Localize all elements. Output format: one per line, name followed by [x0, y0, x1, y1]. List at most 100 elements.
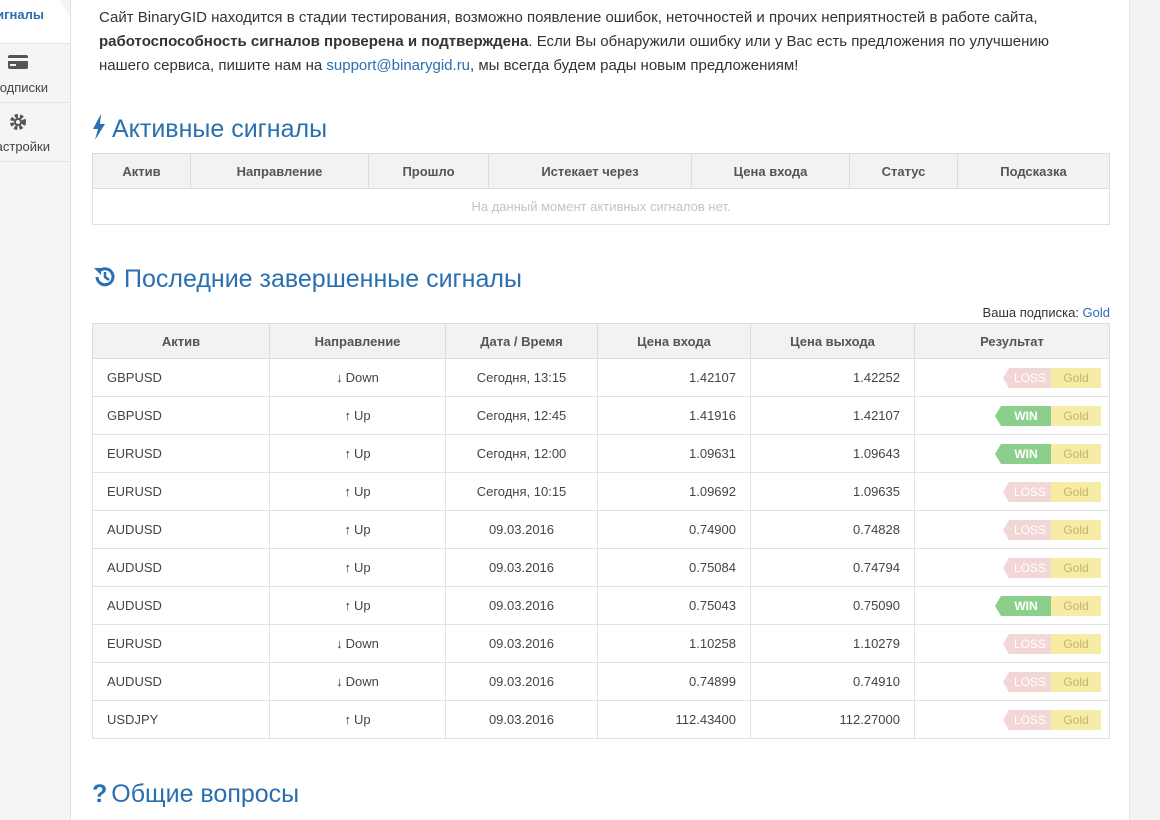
result-badge: WIN [995, 595, 1051, 616]
table-row: EURUSD ↓ Down 09.03.2016 1.10258 1.10279 LOSS G… [92, 624, 1110, 663]
sidebar: Сигналы Подписки Настройки [0, 0, 71, 820]
tier-badge: Gold [1051, 671, 1101, 692]
direction-label: Up [353, 484, 371, 499]
column-header[interactable]: Результат [914, 323, 1110, 359]
column-header[interactable]: Подсказка [957, 153, 1110, 189]
notice-text: Сайт BinaryGID находится в стадии тестир… [99, 9, 1038, 26]
asset-cell: USDJPY [92, 700, 270, 739]
column-header[interactable]: Цена входа [597, 323, 751, 359]
arrow-up-icon: ↑ [344, 408, 351, 423]
sidebar-item-label: Настройки [0, 139, 50, 154]
direction-cell: ↓ Down [269, 624, 446, 663]
direction-cell: ↑ Up [269, 700, 446, 739]
sidebar-item-label: Сигналы [0, 7, 44, 22]
section-title-text: Последние завершенные сигналы [124, 265, 522, 293]
arrow-up-icon: ↑ [344, 712, 351, 727]
empty-message: На данный момент активных сигналов нет. [92, 188, 1110, 225]
result-cell: LOSS Gold [914, 472, 1110, 511]
arrow-up-icon: ↑ [344, 522, 351, 537]
tier-badge: Gold [1051, 367, 1101, 388]
completed-signals-table: Актив Направление Дата / Время Цена вход… [92, 323, 1110, 739]
arrow-up-icon: ↑ [344, 446, 351, 461]
asset-cell: GBPUSD [92, 396, 270, 435]
datetime-cell: Сегодня, 12:45 [445, 396, 598, 435]
arrow-up-icon: ↑ [344, 484, 351, 499]
direction-cell: ↑ Up [269, 434, 446, 473]
asset-cell: AUDUSD [92, 586, 270, 625]
datetime-cell: Сегодня, 12:00 [445, 434, 598, 473]
result-badge: LOSS [1003, 633, 1051, 654]
credit-card-icon [0, 53, 36, 74]
asset-cell: GBPUSD [92, 358, 270, 397]
datetime-cell: Сегодня, 13:15 [445, 358, 598, 397]
chart-line-icon [0, 0, 36, 5]
column-header[interactable]: Актив [92, 323, 270, 359]
exit-price-cell: 1.10279 [750, 624, 915, 663]
result-badge: LOSS [1003, 481, 1051, 502]
direction-cell: ↑ Up [269, 586, 446, 625]
result-cell: WIN Gold [914, 396, 1110, 435]
active-signals-table: Актив Направление Прошло Истекает через … [92, 153, 1110, 225]
result-badge: LOSS [1003, 367, 1051, 388]
entry-price-cell: 0.74900 [597, 510, 751, 549]
exit-price-cell: 1.09635 [750, 472, 915, 511]
table-row: AUDUSD ↑ Up 09.03.2016 0.75084 0.74794 LOSS Gol… [92, 548, 1110, 587]
right-gutter [1129, 0, 1160, 820]
faq-title: ? Общие вопросы [92, 780, 299, 809]
direction-label: Up [353, 560, 371, 575]
exit-price-cell: 1.09643 [750, 434, 915, 473]
table-row: GBPUSD ↑ Up Сегодня, 12:45 1.41916 1.42107 WIN… [92, 396, 1110, 435]
entry-price-cell: 1.41916 [597, 396, 751, 435]
entry-price-cell: 0.74899 [597, 662, 751, 701]
exit-price-cell: 0.74794 [750, 548, 915, 587]
entry-price-cell: 1.42107 [597, 358, 751, 397]
result-cell: LOSS Gold [914, 510, 1110, 549]
arrow-down-icon: ↓ [336, 674, 343, 689]
column-header[interactable]: Прошло [368, 153, 489, 189]
subscription-label: Ваша подписка: [982, 305, 1079, 320]
column-header[interactable]: Актив [92, 153, 191, 189]
result-cell: LOSS Gold [914, 662, 1110, 701]
column-header[interactable]: Статус [849, 153, 958, 189]
empty-row: На данный момент активных сигналов нет. [92, 188, 1110, 225]
datetime-cell: 09.03.2016 [445, 624, 598, 663]
tier-badge: Gold [1051, 633, 1101, 654]
active-indicator [60, 0, 70, 16]
table-row: AUDUSD ↓ Down 09.03.2016 0.74899 0.74910 LOSS G… [92, 662, 1110, 701]
datetime-cell: 09.03.2016 [445, 662, 598, 701]
asset-cell: AUDUSD [92, 662, 270, 701]
column-header[interactable]: Цена выхода [750, 323, 915, 359]
datetime-cell: Сегодня, 10:15 [445, 472, 598, 511]
column-header[interactable]: Направление [190, 153, 369, 189]
exit-price-cell: 112.27000 [750, 700, 915, 739]
tier-badge: Gold [1051, 519, 1101, 540]
result-badge: LOSS [1003, 709, 1051, 730]
sidebar-item-signals[interactable]: Сигналы [0, 0, 70, 44]
sidebar-item-subscriptions[interactable]: Подписки [0, 45, 70, 103]
entry-price-cell: 1.10258 [597, 624, 751, 663]
signals-table-body: GBPUSD ↓ Down Сегодня, 13:15 1.42107 1.42252 L… [92, 358, 1110, 739]
section-title-text: Общие вопросы [111, 780, 300, 808]
arrow-up-icon: ↑ [344, 598, 351, 613]
direction-label: Up [353, 598, 371, 613]
asset-cell: EURUSD [92, 472, 270, 511]
direction-cell: ↓ Down [269, 358, 446, 397]
column-header[interactable]: Цена входа [691, 153, 850, 189]
direction-label: Down [345, 370, 379, 385]
column-header[interactable]: Дата / Время [445, 323, 598, 359]
result-cell: LOSS Gold [914, 548, 1110, 587]
direction-label: Up [353, 408, 371, 423]
active-signals-title: Активные сигналы [92, 114, 327, 147]
sidebar-item-settings[interactable]: Настройки [0, 104, 70, 162]
column-header[interactable]: Направление [269, 323, 446, 359]
direction-label: Up [353, 522, 371, 537]
support-email-link[interactable]: support@binarygid.ru [326, 57, 470, 74]
entry-price-cell: 112.43400 [597, 700, 751, 739]
result-badge: WIN [995, 443, 1051, 464]
result-badge: WIN [995, 405, 1051, 426]
column-header[interactable]: Истекает через [488, 153, 692, 189]
direction-cell: ↑ Up [269, 396, 446, 435]
tier-badge: Gold [1051, 443, 1101, 464]
section-title-text: Активные сигналы [112, 115, 328, 143]
exit-price-cell: 0.75090 [750, 586, 915, 625]
